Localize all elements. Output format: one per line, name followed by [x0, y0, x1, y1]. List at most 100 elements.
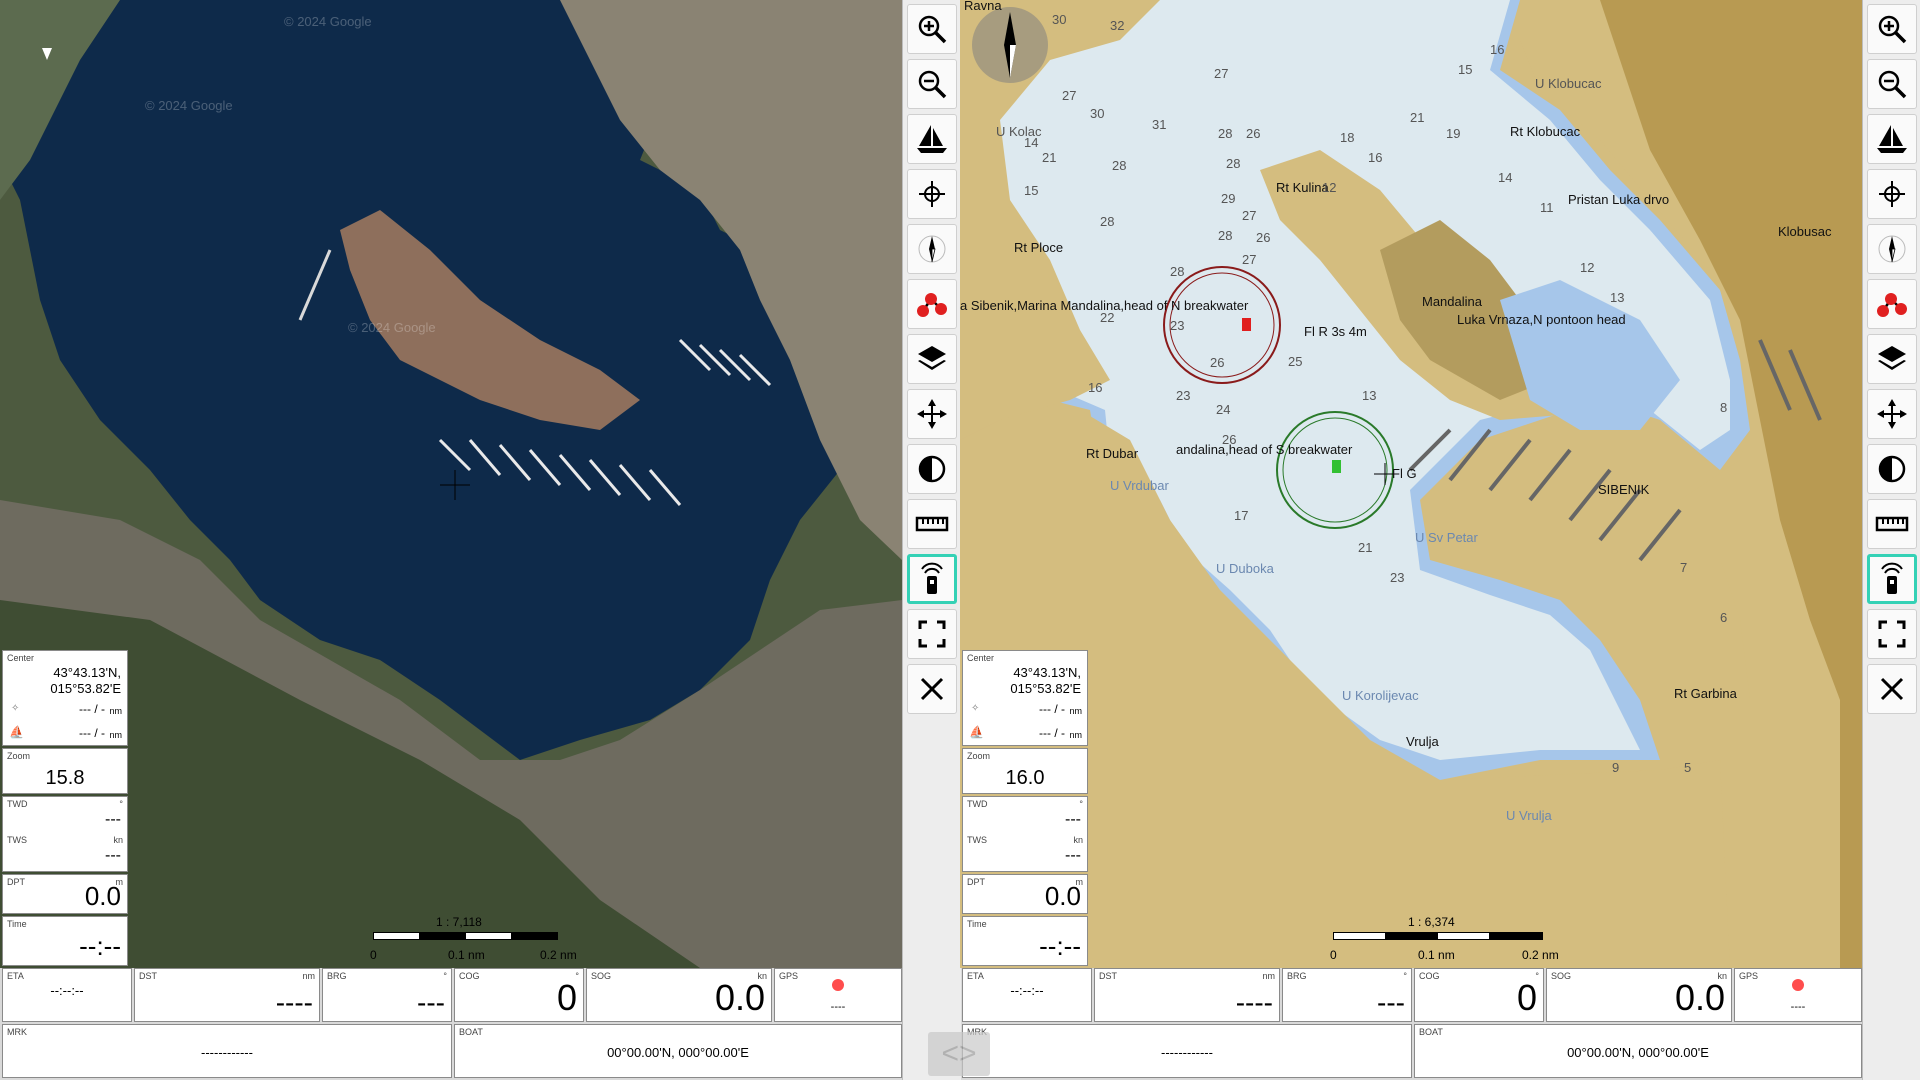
gps-status-dot: [1792, 979, 1804, 991]
boat-value: 00°00.00'N, 000°00.00'E: [1567, 1045, 1709, 1060]
depth-sounding: 27: [1242, 252, 1257, 267]
depth-sounding: 17: [1234, 508, 1249, 523]
compass-icon[interactable]: [1867, 224, 1917, 274]
depth-sounding: 23: [1390, 570, 1405, 585]
target-icon: ✧: [971, 703, 980, 714]
depth-sounding: 27: [1062, 88, 1077, 103]
label-fl-g: Fl G: [1392, 466, 1417, 481]
depth-sounding: 26: [1246, 126, 1261, 141]
boat-box: BOAT 00°00.00'N, 000°00.00'E: [1414, 1024, 1862, 1078]
depth-sounding: 31: [1152, 117, 1167, 132]
close-icon[interactable]: [1867, 664, 1917, 714]
center-panel: Center 43°43.13'N, 015°53.82'E ✧ --- / -…: [962, 650, 1088, 746]
scale-tick-0: 0: [370, 948, 377, 962]
boat-small-icon: ⛵: [9, 725, 24, 739]
label-u-klobucac: U Klobucac: [1535, 76, 1602, 91]
center-panel: Center 43°43.13'N, 015°53.82'E ✧ --- / -…: [2, 650, 128, 746]
label-rt-garbina: Rt Garbina: [1674, 686, 1737, 701]
route-icon[interactable]: [1867, 279, 1917, 329]
contrast-icon[interactable]: [907, 444, 957, 494]
center-icon[interactable]: [1867, 389, 1917, 439]
close-icon[interactable]: [907, 664, 957, 714]
depth-sounding: 16: [1088, 380, 1103, 395]
tws-value: ---: [1065, 847, 1081, 864]
map-watermark: © 2024 Google: [348, 320, 436, 335]
remote-icon[interactable]: [1867, 554, 1917, 604]
remote-icon[interactable]: [907, 554, 957, 604]
nautical-chart[interactable]: Ravna U Klobucac Rt Klobucac Pristan Luk…: [960, 0, 1862, 968]
eta-box: ETA --:--:--: [2, 968, 132, 1022]
map-watermark: © 2024 Google: [145, 98, 233, 113]
compass-icon[interactable]: [907, 224, 957, 274]
depth-sounding: 19: [1446, 126, 1461, 141]
depth-sounding: 25: [1288, 354, 1303, 369]
mrk-box: MRK ------------: [2, 1024, 452, 1078]
label-vrulja: Vrulja: [1406, 734, 1439, 749]
depth-sounding: 21: [1042, 150, 1057, 165]
depth-sounding: 28: [1218, 126, 1233, 141]
fullscreen-icon[interactable]: [907, 609, 957, 659]
boat-icon[interactable]: [907, 114, 957, 164]
label-u-duboka: U Duboka: [1216, 561, 1274, 576]
twd-value: ---: [105, 811, 121, 828]
target-icon: ✧: [11, 703, 20, 714]
zoom-in-icon[interactable]: [907, 4, 957, 54]
cog-value: 0: [556, 977, 577, 1018]
ruler-icon[interactable]: [1867, 499, 1917, 549]
layers-icon[interactable]: [1867, 334, 1917, 384]
depth-sounding: 24: [1216, 402, 1231, 417]
split-resize-handle[interactable]: <>: [928, 1032, 990, 1076]
depth-panel: DPT m 0.0: [962, 874, 1088, 914]
sog-value: 0.0: [1674, 977, 1725, 1018]
crosshair-icon[interactable]: [907, 169, 957, 219]
depth-sounding: 16: [1368, 150, 1383, 165]
tws-value: ---: [105, 847, 121, 864]
scale-tick-0: 0: [1330, 948, 1337, 962]
depth-value: 0.0: [1044, 881, 1081, 911]
mrk-value: ------------: [201, 1045, 253, 1060]
contrast-icon[interactable]: [1867, 444, 1917, 494]
fullscreen-icon[interactable]: [1867, 609, 1917, 659]
brg-box: BRG ° ---: [1282, 968, 1412, 1022]
label-rt-dubar: Rt Dubar: [1086, 446, 1139, 461]
depth-sounding: 5: [1684, 760, 1692, 775]
ruler-icon[interactable]: [907, 499, 957, 549]
label-u-sv-petar: U Sv Petar: [1415, 530, 1478, 545]
depth-sounding: 14: [1498, 170, 1513, 185]
crosshair-icon[interactable]: [1867, 169, 1917, 219]
scale-tick-2: 0.2 nm: [540, 948, 577, 962]
depth-sounding: 28: [1218, 228, 1233, 243]
zoom-out-icon[interactable]: [1867, 59, 1917, 109]
eta-value: --:--:--: [50, 983, 84, 998]
zoom-in-icon[interactable]: [1867, 4, 1917, 54]
depth-sounding: 14: [1024, 135, 1039, 150]
depth-sounding: 13: [1362, 388, 1377, 403]
right-toolbar: [1862, 0, 1920, 1080]
route-icon[interactable]: [907, 279, 957, 329]
time-panel: Time --:--: [2, 916, 128, 966]
scale-ratio: 1 : 6,374: [1408, 915, 1455, 929]
gps-box: GPS ----: [774, 968, 902, 1022]
dst-value: ----: [1235, 987, 1273, 1018]
depth-sounding: 28: [1100, 214, 1115, 229]
eta-value: --:--:--: [1010, 983, 1044, 998]
depth-sounding: 28: [1170, 264, 1185, 279]
scale-bar: [1333, 932, 1543, 941]
label-rt-klobucac: Rt Klobucac: [1510, 124, 1581, 139]
satellite-map[interactable]: © 2024 Google © 2024 Google © 2024 Googl…: [0, 0, 902, 968]
map-watermark: © 2024 Google: [284, 14, 372, 29]
center-icon[interactable]: [907, 389, 957, 439]
label-rt-kulina: Rt Kulina: [1276, 180, 1329, 195]
boat-icon[interactable]: [1867, 114, 1917, 164]
time-panel: Time --:--: [962, 916, 1088, 966]
center-lat: 43°43.13'N,: [1013, 665, 1081, 680]
brg-value: ---: [417, 987, 445, 1018]
time-value: --:--: [79, 931, 121, 961]
zoom-out-icon[interactable]: [907, 59, 957, 109]
boat-box: BOAT 00°00.00'N, 000°00.00'E: [454, 1024, 902, 1078]
center-lon: 015°53.82'E: [1010, 681, 1081, 696]
layers-icon[interactable]: [907, 334, 957, 384]
depth-sounding: 12: [1580, 260, 1595, 275]
label-u-vrulja: U Vrulja: [1506, 808, 1552, 823]
brg-value: ---: [1377, 987, 1405, 1018]
